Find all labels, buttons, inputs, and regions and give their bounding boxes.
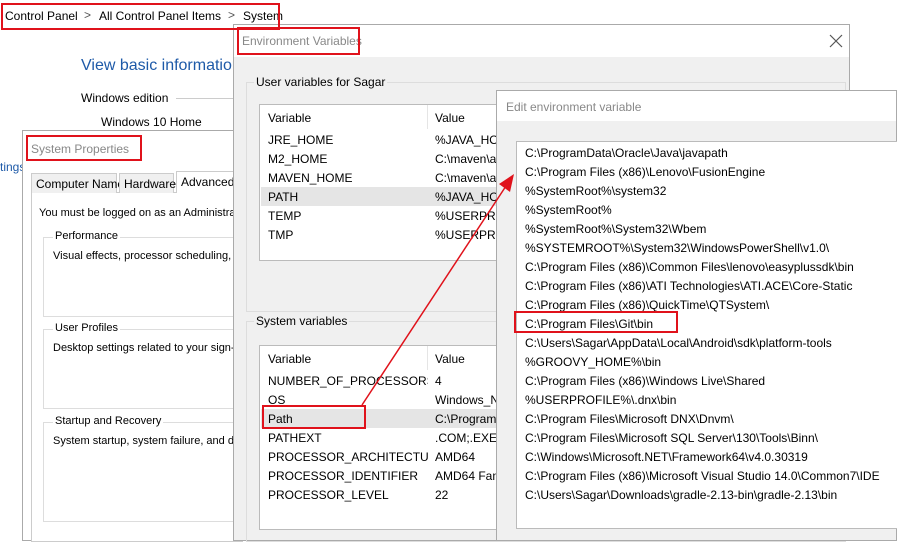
- path-entry[interactable]: C:\ProgramData\Oracle\Java\javapath: [525, 146, 728, 160]
- variable-name-cell: MAVEN_HOME: [268, 171, 353, 185]
- variable-name-cell: M2_HOME: [268, 152, 328, 166]
- system-properties-dialog: System Properties Computer Name Hardware…: [22, 130, 248, 542]
- path-entry[interactable]: %GROOVY_HOME%\bin: [525, 355, 661, 369]
- path-entry[interactable]: C:\Windows\Microsoft.NET\Framework64\v4.…: [525, 450, 808, 464]
- path-entry[interactable]: C:\Users\Sagar\AppData\Local\Android\sdk…: [525, 336, 832, 350]
- variable-name-cell: PROCESSOR_LEVEL: [268, 488, 389, 502]
- path-entry[interactable]: %SYSTEMROOT%\System32\WindowsPowerShell\…: [525, 241, 829, 255]
- tab-bar: Computer Name Hardware Advanced: [31, 171, 246, 193]
- group-title: Performance: [53, 230, 120, 242]
- variable-name-cell: PATHEXT: [268, 431, 322, 445]
- path-entry[interactable]: C:\Program Files (x86)\Common Files\leno…: [525, 260, 854, 274]
- path-entry[interactable]: C:\Program Files\Microsoft SQL Server\13…: [525, 431, 818, 445]
- windows-edition-label: Windows edition: [81, 91, 169, 105]
- admin-note: You must be logged on as an Administra: [39, 207, 236, 219]
- system-variables-title: System variables: [254, 314, 350, 328]
- group-title: Startup and Recovery: [53, 415, 164, 427]
- column-header-variable[interactable]: Variable: [268, 111, 311, 125]
- annotation-box-git-bin: [514, 311, 678, 333]
- annotation-box-env-title: [237, 27, 360, 55]
- tab-computer-name[interactable]: Computer Name: [31, 173, 124, 193]
- path-entry[interactable]: %SystemRoot%: [525, 203, 612, 217]
- variable-name-cell: PATH: [268, 190, 299, 204]
- dialog-title: Edit environment variable: [506, 100, 642, 114]
- close-icon[interactable]: [824, 29, 848, 53]
- tab-hardware[interactable]: Hardware: [119, 173, 176, 193]
- divider: [176, 98, 236, 99]
- windows-edition-value: Windows 10 Home: [101, 115, 202, 129]
- group-title: User Profiles: [53, 322, 120, 334]
- group-description: Desktop settings related to your sign-in: [53, 342, 244, 354]
- annotation-box-path-row: [262, 405, 366, 429]
- annotation-box-sysprops-title: [26, 135, 142, 161]
- group-description: Visual effects, processor scheduling, m: [53, 250, 244, 262]
- column-header-value[interactable]: Value: [435, 352, 465, 366]
- variable-name-cell: NUMBER_OF_PROCESSORS: [268, 374, 428, 388]
- column-header-value[interactable]: Value: [435, 111, 465, 125]
- page-title: View basic information: [81, 57, 241, 74]
- performance-group: Performance Visual effects, processor sc…: [43, 230, 248, 317]
- column-divider[interactable]: [427, 105, 428, 129]
- startup-recovery-group: Startup and Recovery System startup, sys…: [43, 415, 248, 522]
- annotation-box-breadcrumb: [1, 3, 280, 30]
- path-entries-list[interactable]: C:\ProgramData\Oracle\Java\javapath C:\Pr…: [516, 141, 897, 529]
- variable-name-cell: PROCESSOR_IDENTIFIER: [268, 469, 419, 483]
- column-divider[interactable]: [427, 346, 428, 370]
- user-profiles-group: User Profiles Desktop settings related t…: [43, 322, 248, 409]
- path-entry[interactable]: %SystemRoot%\system32: [525, 184, 666, 198]
- path-entry[interactable]: C:\Users\Sagar\Downloads\gradle-2.13-bin…: [525, 488, 837, 502]
- variable-name-cell: TMP: [268, 228, 294, 242]
- path-entry[interactable]: C:\Program Files (x86)\Lenovo\FusionEngi…: [525, 165, 765, 179]
- column-header-variable[interactable]: Variable: [268, 352, 311, 366]
- variable-name-cell: TEMP: [268, 209, 302, 223]
- user-variables-title: User variables for Sagar: [254, 75, 388, 89]
- path-entry[interactable]: C:\Program Files (x86)\Windows Live\Shar…: [525, 374, 765, 388]
- path-entry[interactable]: C:\Program Files (x86)\QuickTime\QTSyste…: [525, 298, 769, 312]
- path-entry[interactable]: C:\Program Files (x86)\Microsoft Visual …: [525, 469, 880, 483]
- path-entry[interactable]: %USERPROFILE%\.dnx\bin: [525, 393, 676, 407]
- path-entry[interactable]: C:\Program Files\Microsoft DNX\Dnvm\: [525, 412, 734, 426]
- path-entry[interactable]: C:\Program Files (x86)\ATI Technologies\…: [525, 279, 852, 293]
- path-entry[interactable]: %SystemRoot%\System32\Wbem: [525, 222, 706, 236]
- variable-name-cell: PROCESSOR_ARCHITECTURE: [268, 450, 428, 464]
- group-description: System startup, system failure, and deb: [53, 435, 247, 447]
- variable-name-cell: JRE_HOME: [268, 133, 334, 147]
- title-bar: Edit environment variable: [497, 91, 896, 121]
